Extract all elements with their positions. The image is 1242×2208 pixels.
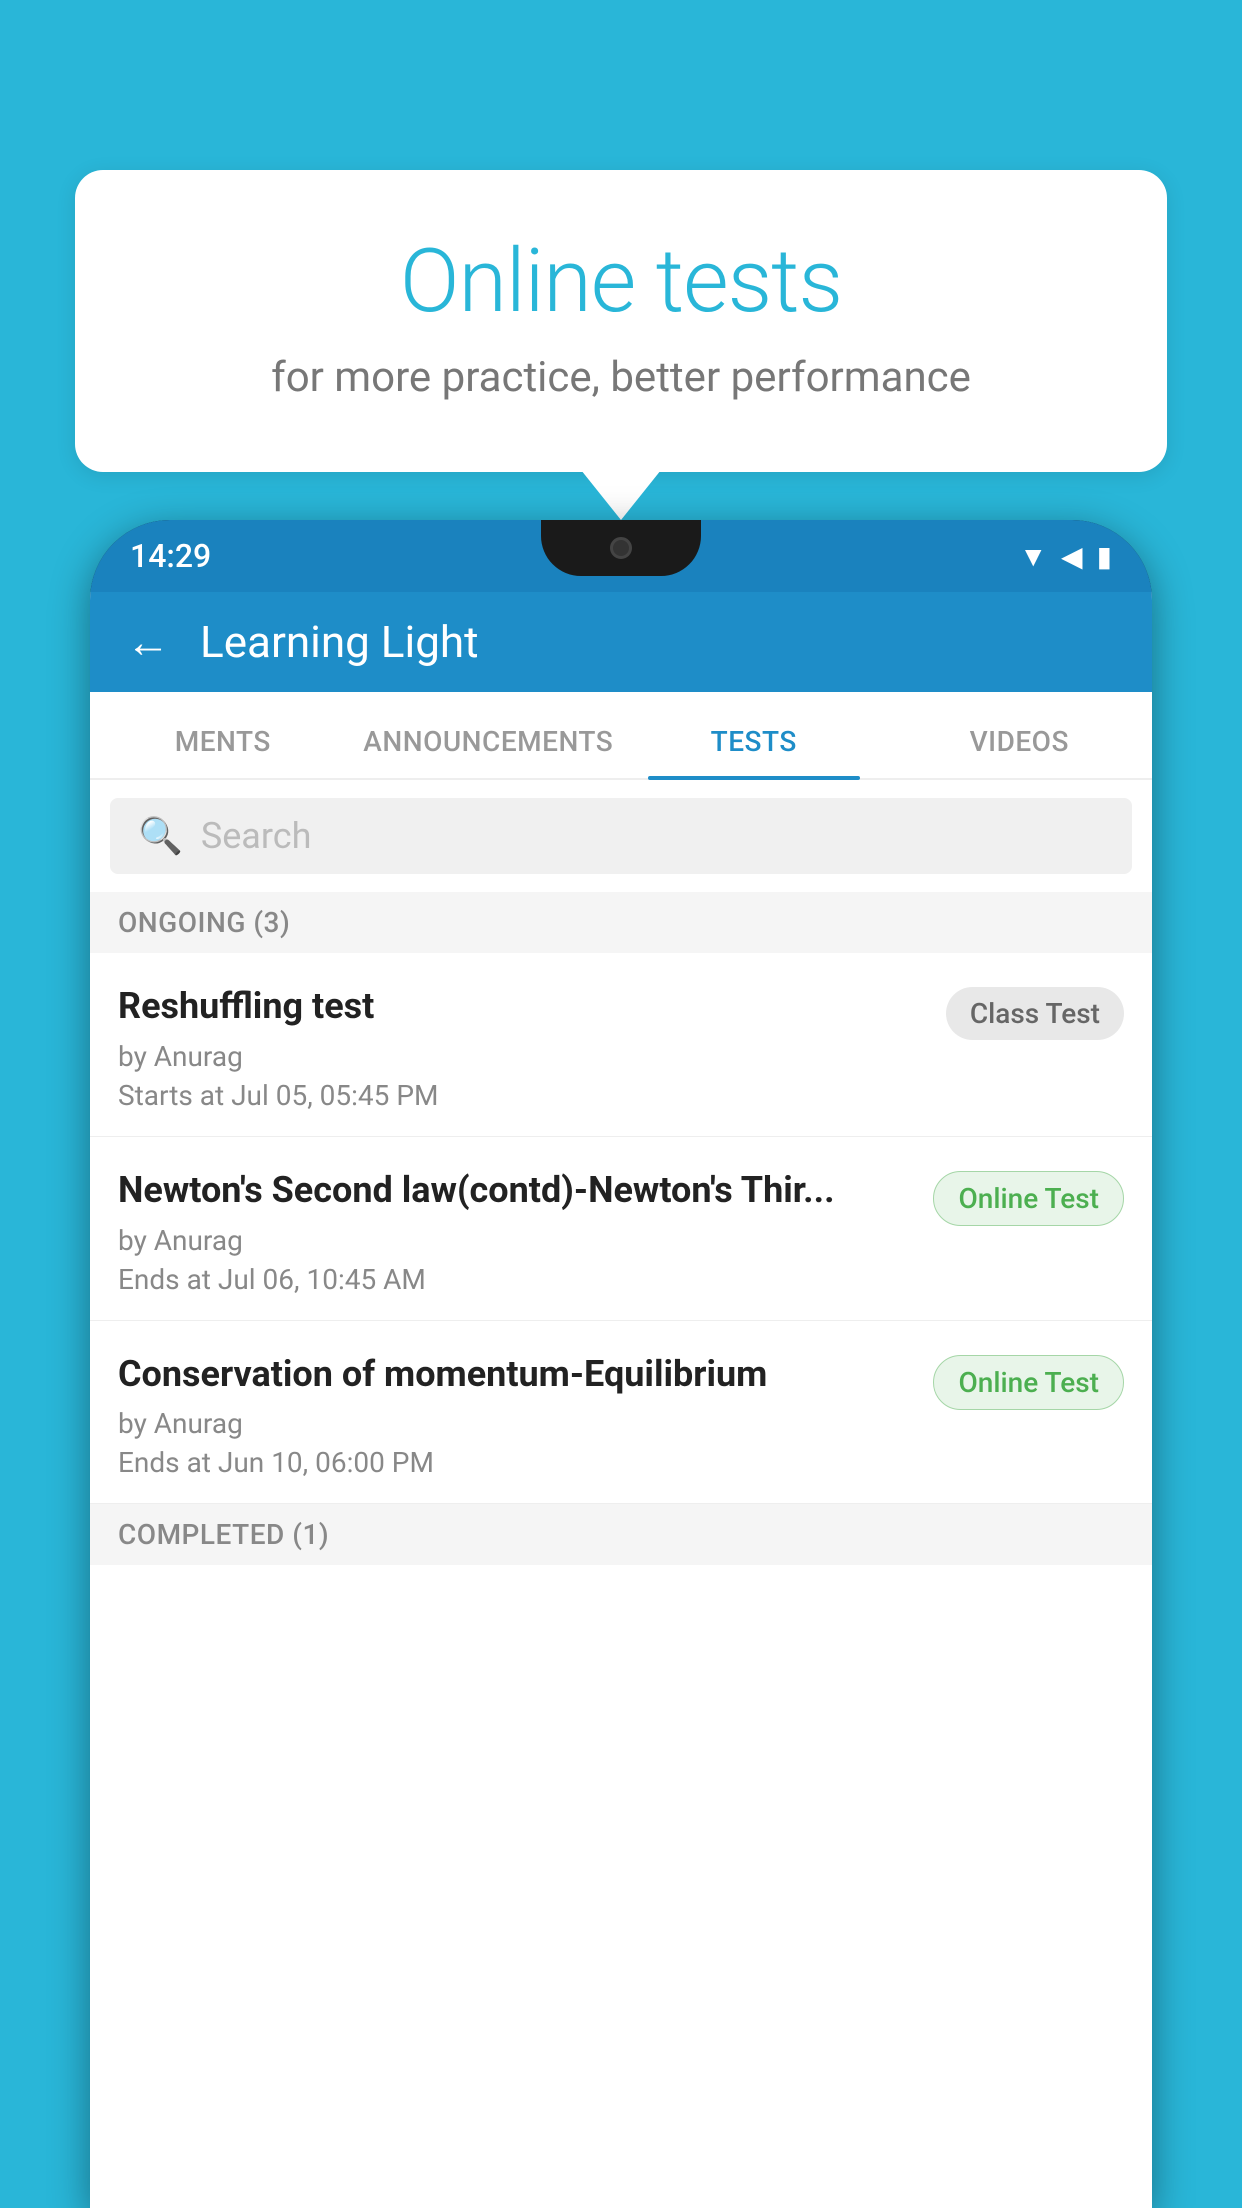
- test-name: Newton's Second law(contd)-Newton's Thir…: [118, 1167, 913, 1214]
- camera: [610, 537, 632, 559]
- ongoing-section-header: ONGOING (3): [90, 892, 1152, 953]
- search-bar[interactable]: 🔍 Search: [110, 798, 1132, 874]
- search-placeholder: Search: [201, 815, 312, 857]
- tab-bar: MENTS ANNOUNCEMENTS TESTS VIDEOS: [90, 692, 1152, 780]
- app-header: ← Learning Light: [90, 592, 1152, 692]
- test-author: by Anurag: [118, 1407, 913, 1440]
- tab-tests[interactable]: TESTS: [621, 725, 887, 778]
- class-test-badge: Class Test: [946, 987, 1124, 1040]
- test-time: Ends at Jun 10, 06:00 PM: [118, 1446, 913, 1479]
- search-icon: 🔍: [138, 815, 183, 857]
- online-test-badge: Online Test: [933, 1171, 1124, 1226]
- test-item[interactable]: Reshuffling test by Anurag Starts at Jul…: [90, 953, 1152, 1137]
- test-item[interactable]: Conservation of momentum-Equilibrium by …: [90, 1321, 1152, 1505]
- test-item[interactable]: Newton's Second law(contd)-Newton's Thir…: [90, 1137, 1152, 1321]
- speech-bubble: Online tests for more practice, better p…: [75, 170, 1167, 472]
- test-info: Newton's Second law(contd)-Newton's Thir…: [118, 1167, 933, 1296]
- test-name: Reshuffling test: [118, 983, 926, 1030]
- status-time: 14:29: [130, 537, 211, 575]
- test-name: Conservation of momentum-Equilibrium: [118, 1351, 913, 1398]
- tab-videos[interactable]: VIDEOS: [887, 725, 1153, 778]
- tab-ments[interactable]: MENTS: [90, 725, 356, 778]
- test-author: by Anurag: [118, 1040, 926, 1073]
- battery-icon: ▮: [1097, 540, 1112, 573]
- completed-section-header: COMPLETED (1): [90, 1504, 1152, 1565]
- test-time: Ends at Jul 06, 10:45 AM: [118, 1263, 913, 1296]
- test-info: Conservation of momentum-Equilibrium by …: [118, 1351, 933, 1480]
- phone-screen: ← Learning Light MENTS ANNOUNCEMENTS TES…: [90, 592, 1152, 2208]
- tab-announcements[interactable]: ANNOUNCEMENTS: [356, 725, 622, 778]
- signal-icon: ◀: [1061, 540, 1083, 573]
- test-time: Starts at Jul 05, 05:45 PM: [118, 1079, 926, 1112]
- bubble-subtitle: for more practice, better performance: [145, 353, 1097, 402]
- bubble-title: Online tests: [145, 230, 1097, 333]
- status-icons: ▼ ◀ ▮: [1019, 540, 1112, 573]
- test-author: by Anurag: [118, 1224, 913, 1257]
- phone-frame: 14:29 ▼ ◀ ▮ ← Learning Light MENTS ANNOU…: [90, 520, 1152, 2208]
- back-button[interactable]: ←: [126, 616, 170, 668]
- app-title: Learning Light: [200, 616, 479, 668]
- notch: [541, 520, 701, 576]
- test-info: Reshuffling test by Anurag Starts at Jul…: [118, 983, 946, 1112]
- online-test-badge-2: Online Test: [933, 1355, 1124, 1410]
- wifi-icon: ▼: [1019, 540, 1047, 573]
